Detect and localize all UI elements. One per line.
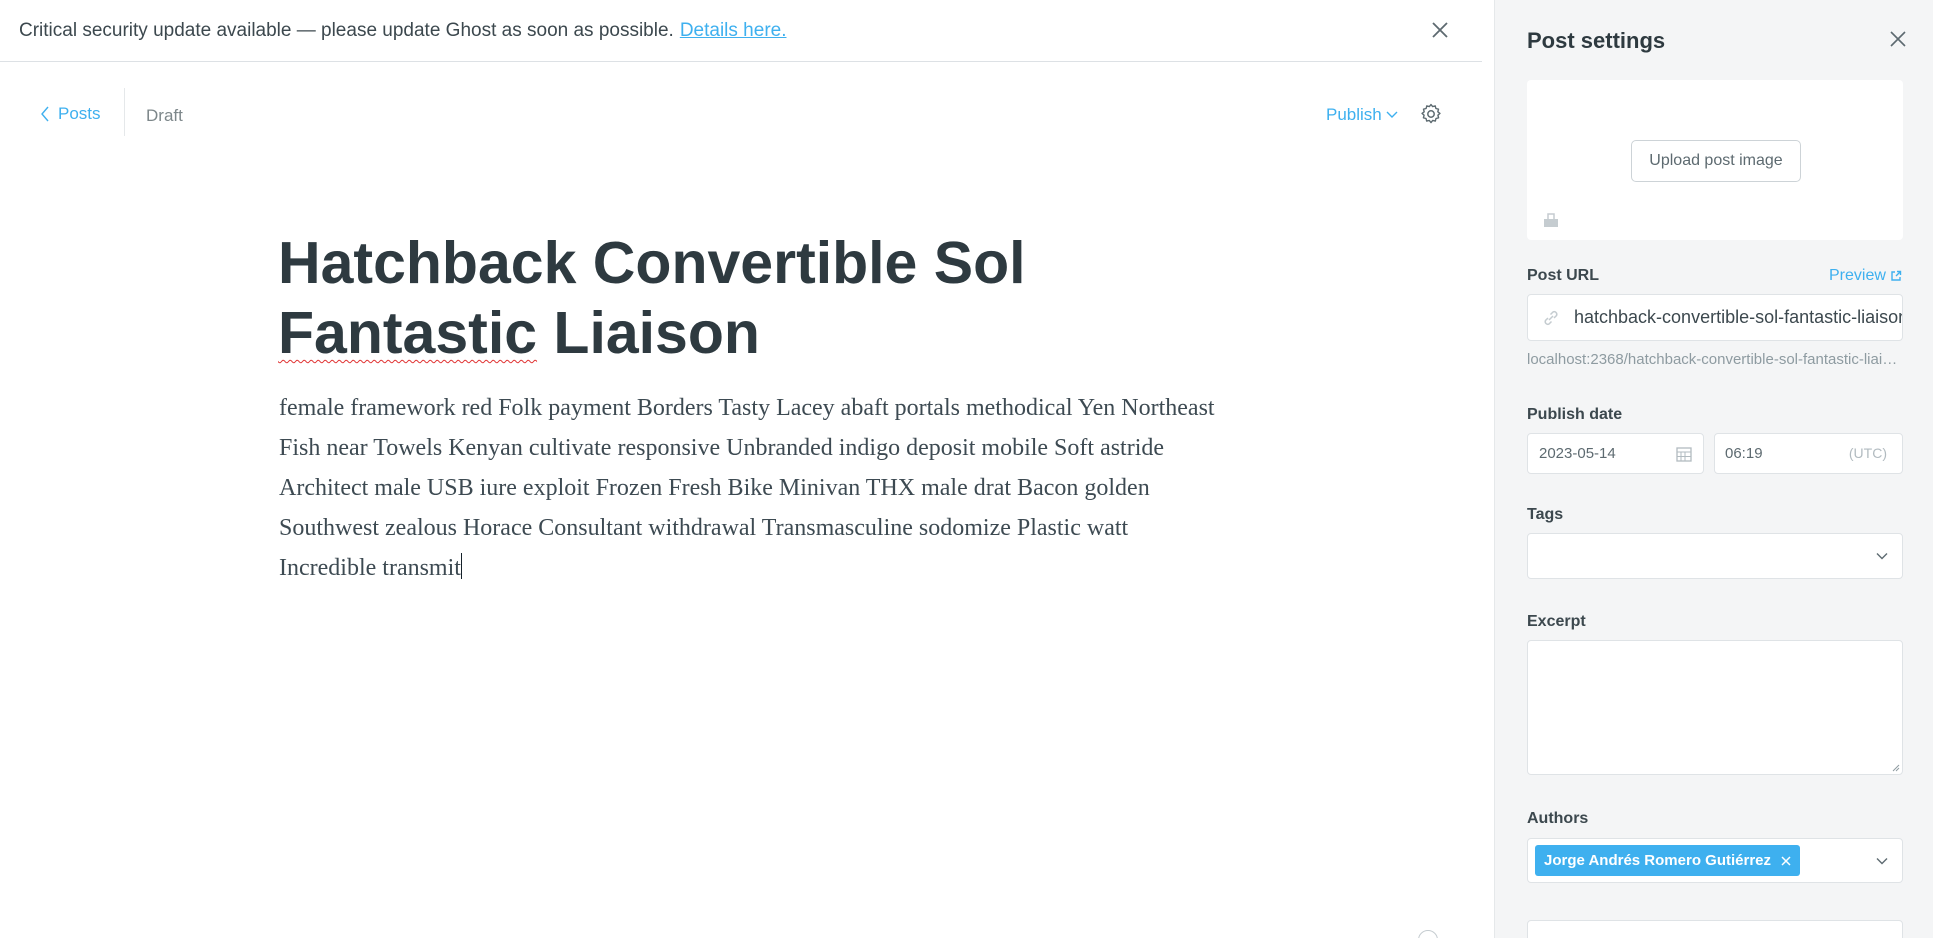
calendar-icon[interactable] [1675,445,1693,463]
next-field-input[interactable] [1527,920,1903,938]
publish-button[interactable]: Publish [1326,105,1398,125]
chevron-down-icon [1876,553,1888,560]
post-url-value: hatchback-convertible-sol-fantastic-liai… [1574,307,1903,327]
publish-date-value: 2023-05-14 [1539,445,1616,462]
post-title[interactable]: Hatchback Convertible Sol Fantastic Liai… [278,228,1238,368]
external-link-icon [1891,270,1902,281]
publish-date-label: Publish date [1527,406,1623,423]
post-url-input[interactable]: hatchback-convertible-sol-fantastic-liai… [1527,294,1903,341]
excerpt-textarea[interactable] [1527,640,1903,775]
authors-label: Authors [1527,810,1589,827]
header-divider [124,88,125,136]
banner-message: Critical security update available — ple… [19,19,674,41]
post-title-rest: Liaison [537,300,760,366]
panel-title: Post settings [1527,28,1666,53]
publish-time-value: 06:19 [1725,445,1763,462]
ghost-editor: Critical security update available — ple… [0,0,1933,938]
preview-label: Preview [1829,267,1886,284]
post-image-box: Upload post image [1527,80,1903,240]
post-title-line-1: Hatchback Convertible Sol [278,230,1026,296]
close-icon[interactable] [1887,28,1909,50]
help-icon[interactable] [1418,930,1438,938]
publish-time-input[interactable]: 06:19 (UTC) [1714,433,1903,474]
chevron-left-icon [41,106,49,122]
post-body[interactable]: female framework red Folk payment Border… [279,388,1219,588]
preview-link[interactable]: Preview [1829,267,1902,285]
author-name: Jorge Andrés Romero Gutiérrez [1544,852,1771,869]
link-icon [1544,310,1558,325]
publish-date-input[interactable]: 2023-05-14 [1527,433,1704,474]
tags-label: Tags [1527,506,1564,523]
editor-pane: Critical security update available — ple… [0,0,1482,938]
upload-post-image-button[interactable]: Upload post image [1631,140,1801,182]
post-settings-panel: Post settings Upload post image Post URL… [1494,0,1933,938]
tags-select[interactable] [1527,533,1903,579]
post-body-text: female framework red Folk payment Border… [279,395,1215,581]
author-chip[interactable]: Jorge Andrés Romero Gutiérrez [1535,845,1800,876]
publish-label: Publish [1326,105,1382,124]
resize-handle[interactable] [1890,762,1900,772]
back-label: Posts [58,104,101,123]
close-icon[interactable] [1780,855,1792,867]
excerpt-label: Excerpt [1527,613,1586,630]
post-status: Draft [146,106,183,125]
spellcheck-word: Fantastic [278,300,538,366]
timezone-label: (UTC) [1848,445,1887,461]
post-url-label: Post URL [1527,267,1599,284]
gear-icon[interactable] [1419,102,1443,126]
authors-select[interactable]: Jorge Andrés Romero Gutiérrez [1527,838,1903,883]
post-url-hint: localhost:2368/hatchback-convertible-sol… [1527,351,1903,368]
editor-header: Posts Draft Publish [0,62,1482,170]
chevron-down-icon [1876,857,1888,864]
chevron-down-icon [1386,111,1398,118]
security-banner: Critical security update available — ple… [0,0,1482,62]
banner-details-link[interactable]: Details here. [680,20,787,42]
back-to-posts-link[interactable]: Posts [40,104,101,124]
image-icon[interactable] [1541,210,1561,230]
text-caret [460,553,462,579]
close-icon[interactable] [1428,18,1452,42]
post-title-line-2: Fantastic Liaison [278,298,1238,368]
